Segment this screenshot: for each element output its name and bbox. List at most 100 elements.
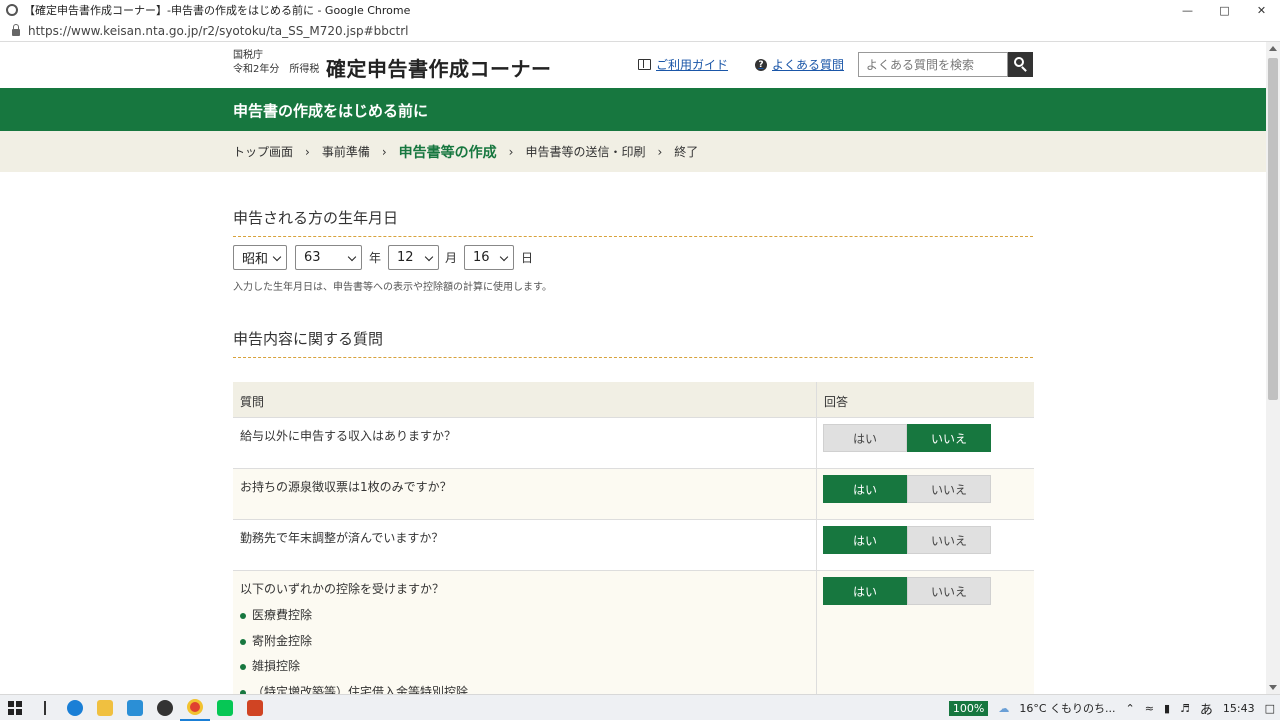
month-unit: 月 (445, 251, 458, 265)
site-title: 確定申告書作成コーナー (326, 57, 552, 81)
agency-label: 国税庁 令和2年分 所得税 (233, 49, 319, 77)
chevron-right-icon: › (305, 144, 310, 159)
task-view-icon[interactable] (30, 695, 60, 721)
breadcrumb-prep: 事前準備 (321, 145, 370, 159)
chrome-icon[interactable] (180, 695, 210, 721)
yes-button[interactable]: はい (823, 526, 907, 554)
table-row: 以下のいずれかの控除を受けますか？ 医療費控除 寄附金控除 雑損控除 （特定増改… (233, 570, 1034, 694)
edge-icon[interactable] (60, 695, 90, 721)
volume-icon[interactable]: ♬ (1180, 702, 1190, 715)
weather-icon[interactable]: ☁ (998, 702, 1009, 715)
maximize-button[interactable]: □ (1206, 0, 1243, 20)
column-answer: 回答 (824, 395, 849, 409)
system-tray: 100% ☁ 16°C くもりのち... ⌃ ≈ ▮ ♬ あ 15:43 □ (944, 695, 1280, 721)
question-text: 給与以外に申告する収入はありますか？ (233, 418, 817, 468)
breadcrumb-send-print: 申告書等の送信・印刷 (525, 145, 646, 159)
windows-icon (8, 700, 22, 715)
clock[interactable]: 15:43 (1223, 702, 1255, 715)
address-bar[interactable]: https://www.keisan.nta.go.jp/r2/syotoku/… (0, 20, 1280, 42)
breadcrumb-current: 申告書等の作成 (398, 144, 497, 161)
questions-heading: 申告内容に関する質問 (233, 328, 1033, 358)
notification-icon[interactable]: □ (1265, 702, 1275, 715)
guide-link-label[interactable]: ご利用ガイド (656, 56, 728, 73)
chevron-right-icon: › (657, 144, 663, 159)
minimize-button[interactable]: — (1169, 0, 1206, 20)
page-scrollbar[interactable] (1266, 42, 1280, 694)
chevron-right-icon: › (381, 144, 387, 159)
close-button[interactable]: ✕ (1243, 0, 1280, 20)
start-button[interactable] (0, 695, 30, 721)
day-select[interactable]: 16 (464, 245, 514, 270)
app-l-icon[interactable] (120, 695, 150, 721)
question-table: 質問 回答 給与以外に申告する収入はありますか？ はい いいえ お持ちの源泉徴収… (233, 382, 1034, 694)
chevron-down-icon (424, 252, 434, 262)
page-title: 申告書の作成をはじめる前に (233, 102, 429, 120)
site-header: 国税庁 令和2年分 所得税 確定申告書作成コーナー ご利用ガイド ? よくある質… (0, 42, 1266, 88)
site-favicon-icon (6, 4, 18, 16)
table-row: 勤務先で年末調整が済んでいますか？ はい いいえ (233, 519, 1034, 570)
battery-icon[interactable]: ▮ (1164, 702, 1170, 715)
page-banner: 申告書の作成をはじめる前に (0, 88, 1266, 131)
tray-expand-icon[interactable]: ⌃ (1126, 702, 1135, 715)
search-button[interactable] (1008, 52, 1033, 77)
question-text: 勤務先で年末調整が済んでいますか？ (233, 520, 817, 570)
faq-link[interactable]: ? よくある質問 (755, 56, 844, 73)
question-text: お持ちの源泉徴収票は1枚のみですか？ (233, 469, 817, 519)
network-icon[interactable]: ≈ (1145, 702, 1154, 715)
year-unit: 年 (369, 251, 382, 265)
list-item: 寄附金控除 (240, 629, 809, 655)
table-header: 質問 回答 (233, 382, 1034, 417)
list-item: 雑損控除 (240, 654, 809, 680)
chevron-down-icon (347, 252, 357, 262)
faq-link-label[interactable]: よくある質問 (772, 56, 844, 73)
yes-button[interactable]: はい (823, 577, 907, 605)
powerpoint-icon[interactable] (240, 695, 270, 721)
ime-indicator[interactable]: あ (1200, 699, 1213, 718)
year-select[interactable]: 63 (295, 245, 362, 270)
breadcrumb-end: 終了 (674, 145, 699, 159)
file-explorer-icon[interactable] (90, 695, 120, 721)
weather-text[interactable]: 16°C くもりのち... (1019, 700, 1115, 716)
breadcrumb-top: トップ画面 (233, 145, 294, 159)
yes-button[interactable]: はい (823, 475, 907, 503)
yes-button[interactable]: はい (823, 424, 907, 452)
list-item: （特定増改築等）住宅借入金等特別控除 (240, 680, 809, 694)
line-icon[interactable] (210, 695, 240, 721)
scrollbar-thumb[interactable] (1268, 58, 1278, 400)
breadcrumb: トップ画面 › 事前準備 › 申告書等の作成 › 申告書等の送信・印刷 › 終了 (0, 131, 1266, 172)
chevron-down-icon (272, 252, 282, 262)
month-select[interactable]: 12 (388, 245, 439, 270)
chevron-right-icon: › (508, 144, 514, 159)
no-button[interactable]: いいえ (907, 526, 991, 554)
question-text: 以下のいずれかの控除を受けますか？ (240, 582, 445, 596)
window-titlebar: 【確定申告書作成コーナー】-申告書の作成をはじめる前に - Google Chr… (0, 0, 1280, 20)
no-button[interactable]: いいえ (907, 475, 991, 503)
era-select[interactable]: 昭和 (233, 245, 287, 270)
birthdate-heading: 申告される方の生年月日 (233, 207, 1033, 237)
taskbar: 100% ☁ 16°C くもりのち... ⌃ ≈ ▮ ♬ あ 15:43 □ (0, 694, 1280, 721)
scroll-up-icon[interactable] (1269, 46, 1277, 51)
day-unit: 日 (521, 251, 534, 265)
page-viewport: 国税庁 令和2年分 所得税 確定申告書作成コーナー ご利用ガイド ? よくある質… (0, 42, 1266, 694)
no-button[interactable]: いいえ (907, 577, 991, 605)
guide-link[interactable]: ご利用ガイド (638, 56, 728, 73)
url-text[interactable]: https://www.keisan.nta.go.jp/r2/syotoku/… (28, 24, 408, 38)
chevron-down-icon (499, 252, 509, 262)
no-button[interactable]: いいえ (907, 424, 991, 452)
list-item: 医療費控除 (240, 603, 809, 629)
github-icon[interactable] (150, 695, 180, 721)
window-title: 【確定申告書作成コーナー】-申告書の作成をはじめる前に - Google Chr… (24, 4, 411, 17)
table-row: お持ちの源泉徴収票は1枚のみですか？ はい いいえ (233, 468, 1034, 519)
zoom-indicator[interactable]: 100% (948, 700, 989, 716)
faq-search-input[interactable] (858, 52, 1008, 77)
lock-icon (12, 24, 20, 36)
book-icon (638, 59, 651, 70)
tax-year-label: 令和2年分 所得税 (233, 64, 320, 75)
scroll-down-icon[interactable] (1269, 685, 1277, 690)
birthdate-note: 入力した生年月日は、申告書等への表示や控除額の計算に使用します。 (233, 282, 552, 293)
question-icon: ? (755, 58, 767, 71)
table-row: 給与以外に申告する収入はありますか？ はい いいえ (233, 417, 1034, 468)
deduction-list: 医療費控除 寄附金控除 雑損控除 （特定増改築等）住宅借入金等特別控除 (240, 603, 809, 694)
agency-name: 国税庁 (233, 50, 263, 61)
column-question: 質問 (233, 382, 817, 417)
